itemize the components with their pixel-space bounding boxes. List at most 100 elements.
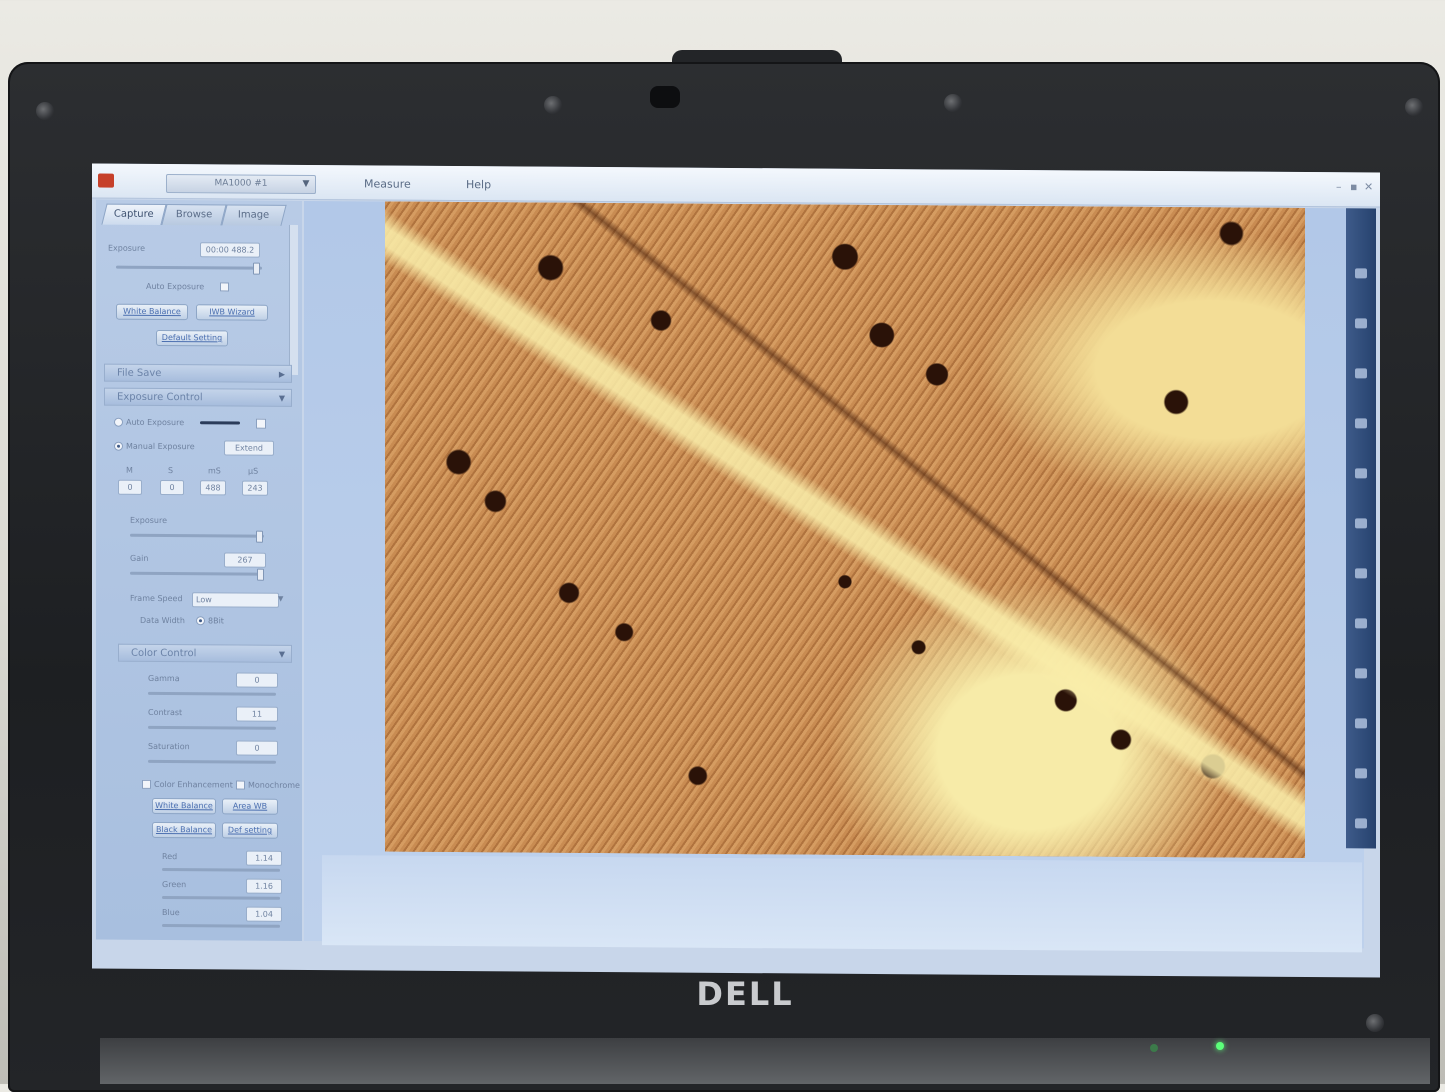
settings-icon[interactable] [1355, 568, 1367, 579]
frame-speed-label: Frame Speed [130, 593, 183, 604]
exposure-slider-label: Exposure [130, 515, 168, 526]
control-panel: Capture Browse Image Exposure 00:00 488.… [96, 199, 302, 941]
exposure-label: Exposure [108, 243, 146, 253]
arrow-icon[interactable] [1355, 718, 1367, 729]
color-white-balance-button[interactable]: White Balance [152, 797, 216, 815]
seconds-field[interactable]: 0 [160, 479, 184, 496]
menu-help[interactable]: Help [466, 178, 491, 191]
green-label: Green [162, 879, 187, 890]
auto-exposure-radio[interactable] [114, 417, 123, 427]
blue-field[interactable]: 1.04 [246, 906, 282, 922]
microseconds-field[interactable]: 243 [242, 480, 268, 496]
unit-label-seconds: S [168, 466, 174, 476]
auto-exposure-radio-label: Auto Exposure [126, 417, 185, 428]
manual-exposure-slider-thumb[interactable] [255, 530, 263, 543]
unit-label-minutes: M [126, 465, 133, 475]
bezel-screw [944, 94, 962, 112]
white-balance-button[interactable]: White Balance [116, 303, 188, 321]
minimize-button[interactable]: – [1336, 180, 1342, 193]
camera-icon[interactable] [1355, 518, 1367, 529]
search-icon[interactable] [1355, 418, 1367, 429]
right-toolbar [1346, 208, 1376, 849]
exposure-time-field[interactable]: 00:00 488.2 [200, 242, 260, 258]
chevron-down-icon[interactable]: ▼ [298, 176, 314, 192]
zoom-icon[interactable] [1355, 268, 1367, 279]
app-logo-icon [98, 173, 114, 188]
fit-icon[interactable] [1355, 318, 1367, 329]
ruler-icon[interactable] [1355, 668, 1367, 679]
chevron-right-icon: ▶ [278, 369, 285, 379]
bezel-screw [1366, 1014, 1384, 1032]
tab-image[interactable]: Image [221, 204, 287, 226]
gain-label: Gain [130, 553, 149, 563]
red-field[interactable]: 1.14 [246, 850, 282, 866]
print-icon[interactable] [1355, 818, 1367, 829]
gain-field[interactable]: 267 [224, 552, 266, 568]
gamma-slider[interactable] [148, 691, 276, 696]
contrast-slider[interactable] [148, 725, 276, 730]
bezel-screw [1405, 98, 1423, 116]
manual-exposure-slider-track[interactable] [130, 533, 264, 538]
menu-measure[interactable]: Measure [364, 177, 411, 190]
gamma-label: Gamma [148, 673, 180, 684]
tab-browse[interactable]: Browse [161, 204, 227, 226]
contrast-field[interactable]: 11 [236, 706, 278, 722]
chevron-down-icon: ▼ [278, 393, 285, 403]
area-wb-button[interactable]: Area WB [222, 798, 278, 815]
unit-label-us: μS [248, 466, 259, 476]
status-led [1150, 1044, 1158, 1052]
tab-capture[interactable]: Capture [101, 203, 167, 225]
blue-slider[interactable] [162, 923, 280, 928]
save-icon[interactable] [1355, 768, 1367, 779]
camera-select[interactable]: MA1000 #1 [166, 174, 316, 195]
black-balance-button[interactable]: Black Balance [152, 821, 216, 839]
screen: MA1000 #1 ▼ Measure Help – ▪ ✕ Capture B… [92, 163, 1380, 978]
data-width-label: Data Width [140, 615, 185, 626]
gain-slider-thumb[interactable] [256, 568, 264, 581]
auto-exposure-target-slider[interactable] [200, 421, 240, 425]
rotate-icon[interactable] [1355, 368, 1367, 379]
status-area [322, 855, 1362, 953]
green-field[interactable]: 1.16 [246, 878, 282, 894]
maximize-button[interactable]: ▪ [1350, 180, 1357, 193]
microscope-live-image[interactable] [385, 201, 1305, 858]
gain-slider-track[interactable] [130, 571, 264, 576]
minutes-field[interactable]: 0 [118, 479, 142, 495]
file-save-header[interactable]: File Save ▶ [104, 363, 292, 383]
manual-exposure-radio[interactable] [114, 441, 123, 451]
record-icon[interactable] [1355, 468, 1367, 479]
monochrome-checkbox[interactable] [236, 780, 245, 790]
gamma-field[interactable]: 0 [236, 672, 278, 688]
color-enhancement-checkbox[interactable] [142, 779, 151, 789]
saturation-field[interactable]: 0 [236, 740, 278, 756]
exposure-slider-track[interactable] [116, 265, 262, 270]
exposure-slider-thumb[interactable] [253, 262, 261, 275]
brand-logo: DELL [696, 975, 794, 1013]
panel-scrollbar[interactable] [289, 224, 298, 375]
chevron-down-icon[interactable]: ▼ [278, 595, 283, 603]
bezel-screw [36, 102, 54, 120]
auto-exposure-checkbox[interactable] [220, 282, 229, 292]
frame-speed-select[interactable]: Low [192, 592, 279, 608]
red-label: Red [162, 851, 178, 862]
default-setting-button[interactable]: Default Setting [156, 329, 228, 347]
power-led [1216, 1042, 1224, 1050]
color-control-header[interactable]: Color Control ▼ [118, 643, 292, 663]
milliseconds-field[interactable]: 488 [200, 480, 226, 496]
def-setting-button[interactable]: Def setting [222, 822, 278, 839]
green-slider[interactable] [162, 895, 280, 900]
data-width-radio[interactable] [196, 616, 205, 626]
red-slider[interactable] [162, 867, 280, 872]
extend-button[interactable]: Extend [224, 440, 274, 456]
exposure-control-header[interactable]: Exposure Control ▼ [104, 387, 292, 407]
lock-icon[interactable] [256, 418, 266, 429]
webcam [650, 86, 680, 108]
monochrome-label: Monochrome [248, 780, 300, 790]
color-enhancement-label: Color Enhancement [154, 779, 233, 790]
iwb-wizard-button[interactable]: IWB Wizard [196, 304, 268, 321]
unit-label-ms: mS [208, 466, 221, 476]
saturation-slider[interactable] [148, 759, 276, 764]
contrast-label: Contrast [148, 707, 183, 718]
close-button[interactable]: ✕ [1364, 180, 1373, 193]
grid-icon[interactable] [1355, 618, 1367, 629]
